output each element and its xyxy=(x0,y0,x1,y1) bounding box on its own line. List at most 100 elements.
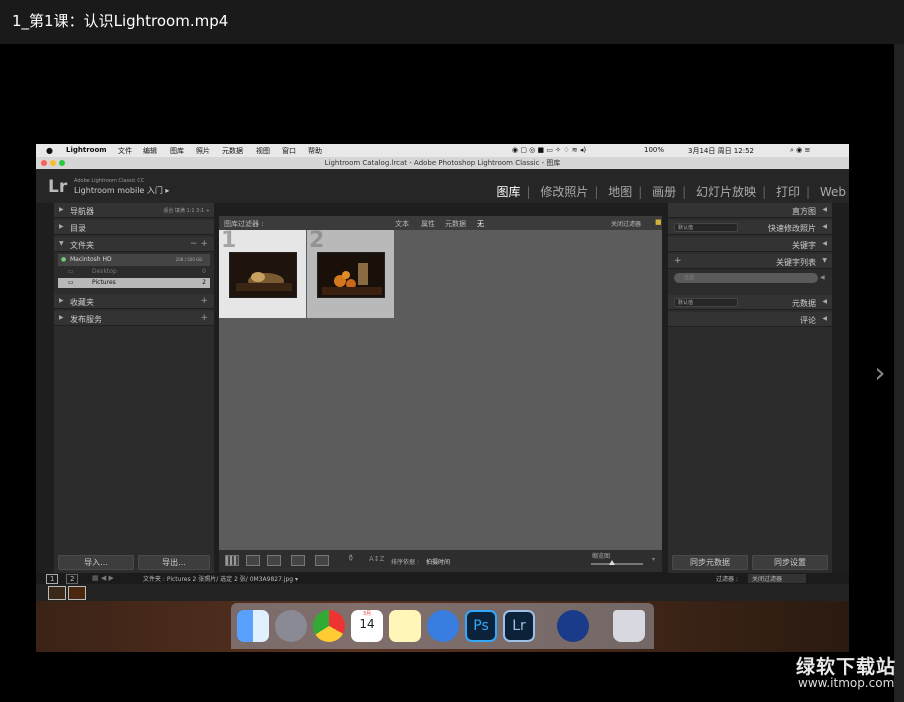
keyword-filter-menu-icon[interactable]: ◀ xyxy=(820,274,825,281)
next-arrow-icon[interactable]: › xyxy=(866,338,894,408)
import-button[interactable]: 导入... xyxy=(58,555,134,570)
filter-none[interactable]: 无 xyxy=(477,219,484,229)
trash-icon[interactable] xyxy=(613,610,645,642)
filmstrip: 1 2 ▦ ◀ ▶ 文件夹 : Pictures 2 张照片/ 选定 2 张/ … xyxy=(36,573,849,601)
menu-library[interactable]: 图库 xyxy=(170,146,184,156)
filter-attribute[interactable]: 属性 xyxy=(421,219,435,229)
sort-value[interactable]: 拍摄时间 xyxy=(426,557,450,566)
people-view-icon[interactable] xyxy=(315,555,329,566)
zoom-icon[interactable] xyxy=(59,160,65,166)
keyword-add-icon[interactable]: + xyxy=(674,256,682,266)
metadata-header[interactable]: 默认值 元数据 ◀ xyxy=(668,295,832,310)
menu-view[interactable]: 视图 xyxy=(256,146,270,156)
sync-settings-button[interactable]: 同步设置 xyxy=(752,555,828,570)
loupe-view-icon[interactable] xyxy=(246,555,260,566)
toolbar-menu-icon[interactable]: ▾ xyxy=(652,556,655,563)
app-window-title: Lightroom Catalog.lrcat - Adobe Photosho… xyxy=(36,157,849,169)
filmstrip-path[interactable]: 文件夹 : Pictures 2 张照片/ 选定 2 张/ 0M3A9827.j… xyxy=(143,574,298,583)
keywording-header[interactable]: 关键字 ◀ xyxy=(668,237,832,252)
filmstrip-filter-select[interactable]: 关闭过滤器 xyxy=(748,574,807,583)
thumbnail-size-slider[interactable] xyxy=(591,560,643,565)
volume-row[interactable]: ● Macintosh HD 208 / 500 GB xyxy=(58,254,210,266)
menu-help[interactable]: 帮助 xyxy=(308,146,322,156)
grid-cell[interactable]: 2 xyxy=(307,228,394,318)
survey-view-icon[interactable] xyxy=(291,555,305,566)
slider-thumb[interactable] xyxy=(609,560,615,565)
module-slideshow[interactable]: 幻灯片放映 xyxy=(696,185,756,199)
menu-photo[interactable]: 照片 xyxy=(196,146,210,156)
filter-metadata[interactable]: 元数据 xyxy=(445,219,466,229)
module-book[interactable]: 画册 xyxy=(652,185,676,199)
filmstrip-bar: 1 2 ▦ ◀ ▶ 文件夹 : Pictures 2 张照片/ 选定 2 张/ … xyxy=(36,573,849,584)
menu-metadata[interactable]: 元数据 xyxy=(222,146,243,156)
notes-icon[interactable] xyxy=(389,610,421,642)
menu-window[interactable]: 窗口 xyxy=(282,146,296,156)
menu-edit[interactable]: 编辑 xyxy=(143,146,157,156)
secondary-window-1[interactable]: 1 xyxy=(46,574,59,584)
grid-view-icon[interactable] xyxy=(225,555,239,566)
filter-close[interactable]: 关闭过滤器 xyxy=(611,219,641,228)
metadata-preset[interactable]: 默认值 xyxy=(674,298,738,307)
grid-cell[interactable]: 1 xyxy=(219,228,306,318)
filter-text[interactable]: 文本 xyxy=(395,219,409,229)
volume-status-icon: ● xyxy=(61,256,67,263)
search-icon[interactable]: ⌕ ◉ ≡ xyxy=(790,146,810,155)
sync-metadata-button[interactable]: 同步元数据 xyxy=(672,555,748,570)
launchpad-icon[interactable] xyxy=(275,610,307,642)
lr-mobile-link[interactable]: Lightroom mobile 入门 ▸ xyxy=(74,185,169,196)
secondary-window-2[interactable]: 2 xyxy=(66,574,79,584)
module-print[interactable]: 打印 xyxy=(776,185,800,199)
lock-icon[interactable]: ■ xyxy=(655,218,662,226)
watermark-brand: 绿软下载站 xyxy=(796,656,897,678)
scrollbar[interactable] xyxy=(894,44,904,702)
photo-thumbnail[interactable] xyxy=(229,252,297,298)
menu-app[interactable]: Lightroom xyxy=(66,146,107,154)
keyword-filter-input[interactable]: 过滤 xyxy=(674,273,818,283)
collections-header[interactable]: ▶ 收藏夹 + xyxy=(54,294,214,309)
mac-menu-bar: ● Lightroom 文件 编辑 图库 照片 元数据 视图 窗口 帮助 ◉ ▢… xyxy=(36,144,849,157)
pages-icon[interactable] xyxy=(427,610,459,642)
lightroom-icon[interactable]: Lr xyxy=(503,610,535,642)
minimize-icon[interactable] xyxy=(50,160,56,166)
chrome-icon[interactable] xyxy=(313,610,345,642)
filmstrip-thumbnail[interactable] xyxy=(68,586,86,600)
status-icons: ◉ ▢ ◎ ■ ▭ ✧ ♢ ≋ ◂) xyxy=(512,146,587,154)
module-develop[interactable]: 修改照片 xyxy=(540,185,588,199)
battery-text: 100% xyxy=(644,146,665,154)
folder-desktop[interactable]: ▭ Desktop 0 xyxy=(58,267,210,277)
calendar-icon[interactable]: 3月 14 xyxy=(351,610,383,642)
folders-add-icon[interactable]: − + xyxy=(190,239,208,249)
close-icon[interactable] xyxy=(41,160,47,166)
publish-header[interactable]: ▶ 发布服务 + xyxy=(54,311,214,326)
comments-header[interactable]: 评论 ◀ xyxy=(668,312,832,327)
quick-develop-preset[interactable]: 默认值 xyxy=(674,223,738,232)
sort-direction-icon[interactable]: A↕Z xyxy=(369,555,384,563)
folder-pictures[interactable]: ▭ Pictures 2 xyxy=(58,278,210,288)
lr-subtitle-small: Adobe Lightroom Classic CC xyxy=(74,178,145,184)
grid-toolbar: ⚱ A↕Z 排序依据 : 拍摄时间 缩览图 ▾ xyxy=(219,550,662,572)
filmstrip-thumbnail[interactable] xyxy=(48,586,66,600)
spray-can-icon[interactable]: ⚱ xyxy=(347,554,355,564)
grid-nav-icon[interactable]: ▦ ◀ ▶ xyxy=(92,574,114,582)
navigator-header[interactable]: ▶ 导航器 适合 填满 1:1 3:1 ÷ xyxy=(54,203,214,218)
filmstrip-filter-label: 过滤器 : xyxy=(716,576,738,583)
compare-view-icon[interactable] xyxy=(267,555,281,566)
video-title: 1_第1课：认识Lightroom.mp4 xyxy=(12,12,229,30)
apple-icon[interactable]: ● xyxy=(46,146,53,155)
photoshop-icon[interactable]: Ps xyxy=(465,610,497,642)
folder-icon: ▭ xyxy=(68,279,74,286)
export-button[interactable]: 导出... xyxy=(138,555,210,570)
finder-icon[interactable] xyxy=(237,610,269,642)
menu-file[interactable]: 文件 xyxy=(118,146,132,156)
catalog-header[interactable]: ▶ 目录 xyxy=(54,220,214,235)
module-web[interactable]: Web xyxy=(820,185,846,199)
histogram-header[interactable]: 直方图 ◀ xyxy=(668,203,832,218)
photo-thumbnail[interactable] xyxy=(317,252,385,298)
quick-develop-header[interactable]: 默认值 快速修改照片 ◀ xyxy=(668,220,832,235)
module-map[interactable]: 地图 xyxy=(608,185,632,199)
left-panel: ▶ 导航器 适合 填满 1:1 3:1 ÷ ▶ 目录 ▼ 文件夹 − + ● Maci… xyxy=(54,203,214,573)
module-library[interactable]: 图库 xyxy=(496,185,520,199)
quicktime-icon[interactable] xyxy=(557,610,589,642)
keyword-list-header[interactable]: + 关键字列表 ▼ xyxy=(668,254,832,269)
folders-header[interactable]: ▼ 文件夹 − + xyxy=(54,237,214,252)
